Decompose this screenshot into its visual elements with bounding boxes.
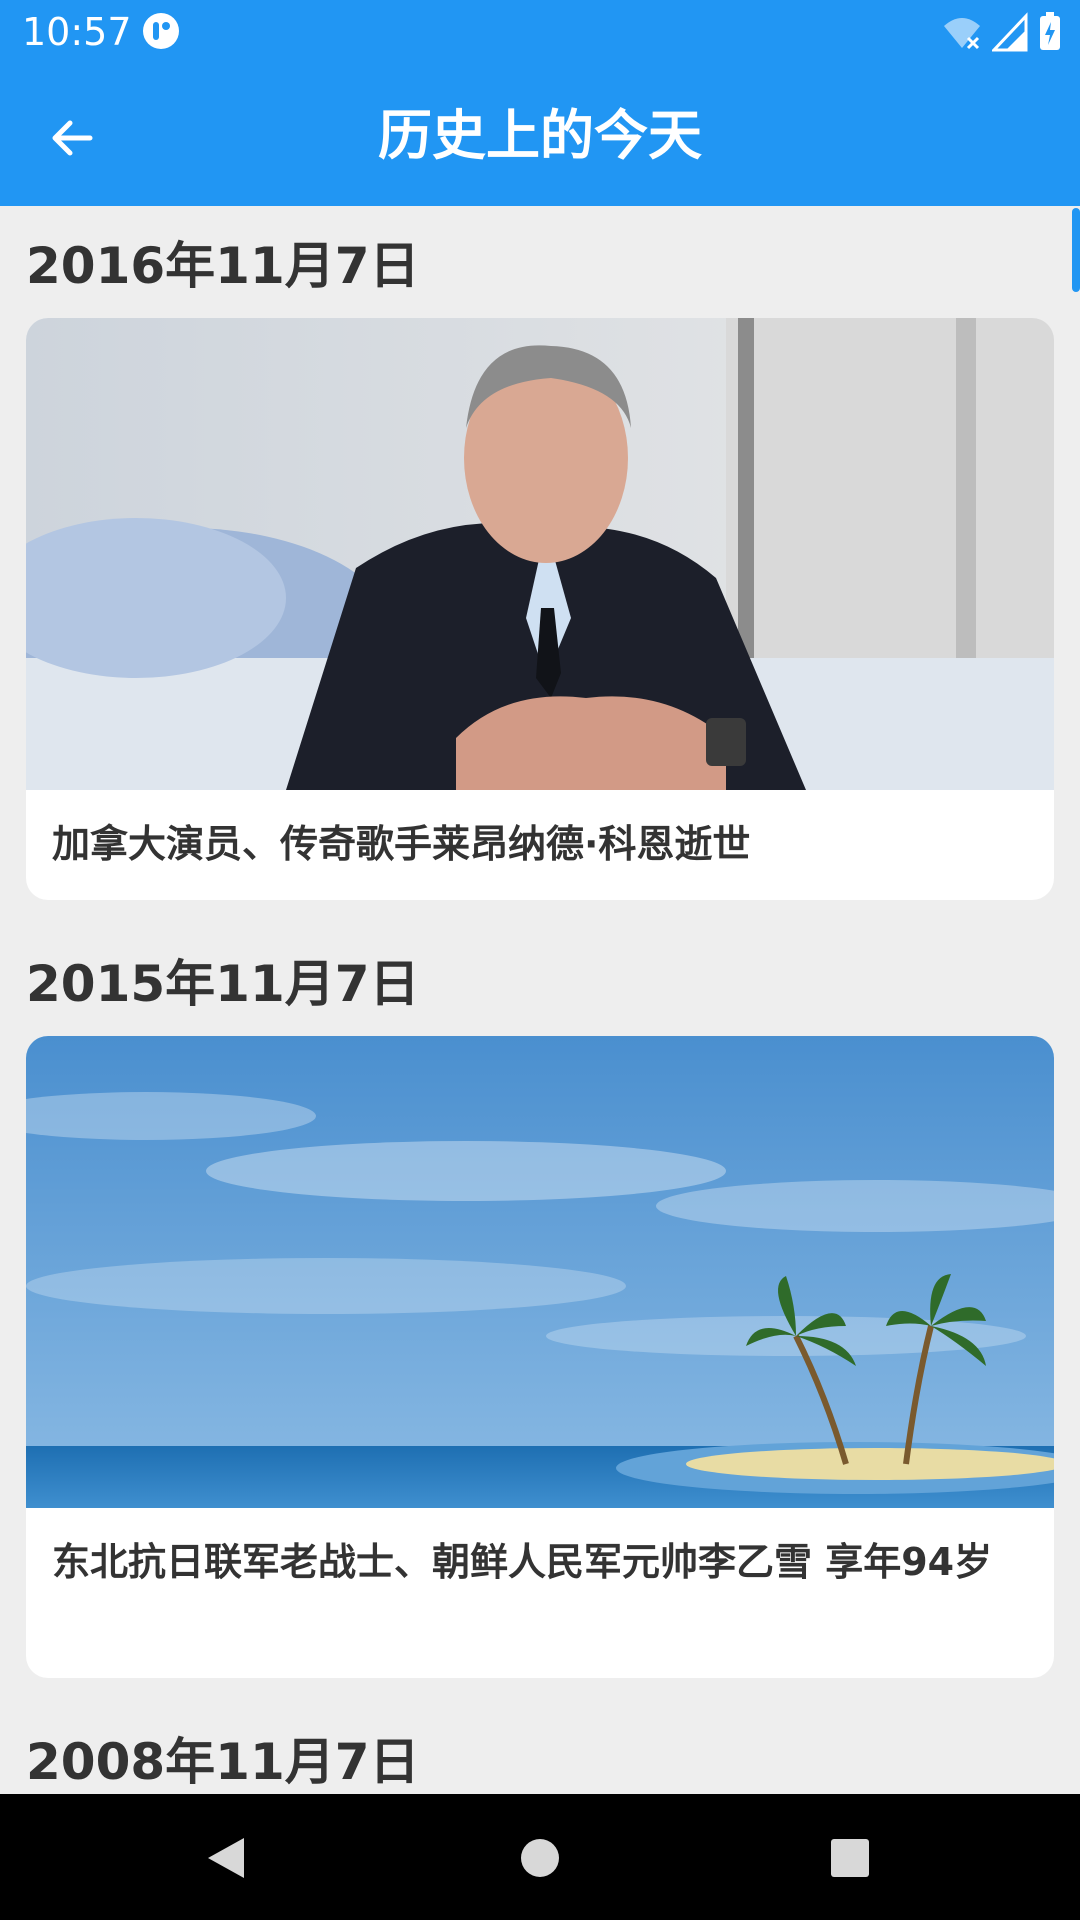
date-heading: 2015年11月7日 [26, 955, 420, 1013]
island-sky-illustration [26, 1036, 1054, 1508]
date-heading: 2008年11月7日 [26, 1733, 420, 1791]
app-notification-icon [142, 12, 180, 50]
event-text: 东北抗日联军老战士、朝鲜人民军元帅李乙雪 享年94岁 [52, 1540, 993, 1584]
history-card[interactable]: 东北抗日联军老战士、朝鲜人民军元帅李乙雪 享年94岁 [26, 1036, 1054, 1678]
app-bar: 历史上的今天 [0, 64, 1080, 206]
history-card[interactable]: 加拿大演员、传奇歌手莱昂纳德·科恩逝世 [26, 318, 1054, 900]
recents-square-icon[interactable] [820, 1828, 880, 1888]
date-heading: 2016年11月7日 [26, 237, 420, 295]
home-circle-icon[interactable] [510, 1828, 570, 1888]
status-bar: 10:57 [0, 0, 1080, 64]
signal-icon [992, 12, 1028, 52]
event-text: 加拿大演员、传奇歌手莱昂纳德·科恩逝世 [52, 822, 751, 866]
battery-charging-icon [1040, 12, 1060, 50]
history-list[interactable]: 2016年11月7日 加拿大演员、传奇歌手莱昂纳德·科恩逝世 2015年11月7… [0, 206, 1080, 1794]
system-nav-bar [0, 1794, 1080, 1920]
page-title: 历史上的今天 [378, 104, 702, 167]
status-time: 10:57 [22, 10, 132, 54]
back-triangle-icon[interactable] [196, 1828, 256, 1888]
portrait-photo [26, 318, 1054, 790]
wifi-icon [944, 18, 980, 50]
scrollbar[interactable] [1072, 208, 1080, 292]
